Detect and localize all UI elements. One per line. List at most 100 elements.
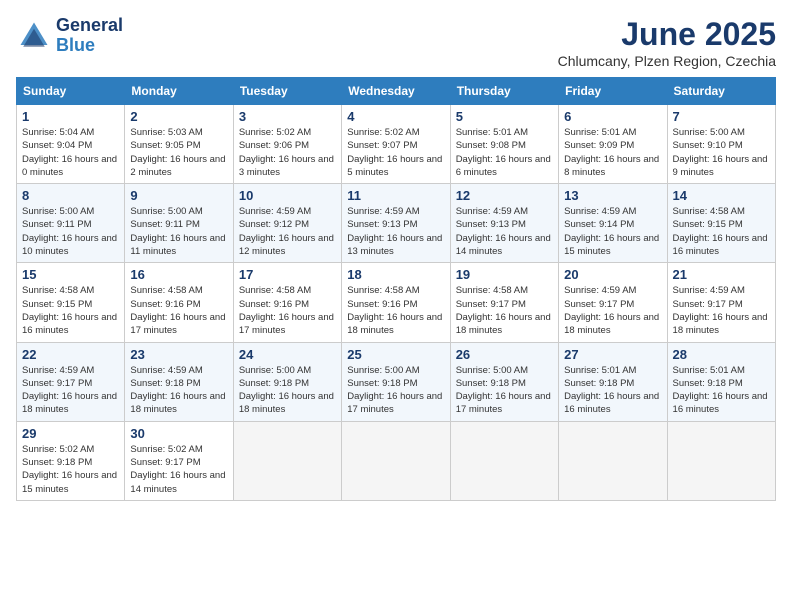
empty-cell	[233, 421, 341, 500]
week-row-3: 15 Sunrise: 4:58 AMSunset: 9:15 PMDaylig…	[17, 263, 776, 342]
day-number: 26	[456, 347, 553, 362]
day-number: 20	[564, 267, 661, 282]
calendar: Sunday Monday Tuesday Wednesday Thursday…	[16, 77, 776, 501]
day-cell-20: 20 Sunrise: 4:59 AMSunset: 9:17 PMDaylig…	[559, 263, 667, 342]
day-info: Sunrise: 5:04 AMSunset: 9:04 PMDaylight:…	[22, 126, 119, 179]
col-tuesday: Tuesday	[233, 78, 341, 105]
day-info: Sunrise: 4:58 AMSunset: 9:16 PMDaylight:…	[130, 284, 227, 337]
day-number: 11	[347, 188, 444, 203]
day-number: 16	[130, 267, 227, 282]
empty-cell	[667, 421, 775, 500]
day-cell-29: 29 Sunrise: 5:02 AMSunset: 9:18 PMDaylig…	[17, 421, 125, 500]
week-row-5: 29 Sunrise: 5:02 AMSunset: 9:18 PMDaylig…	[17, 421, 776, 500]
day-info: Sunrise: 4:59 AMSunset: 9:18 PMDaylight:…	[130, 364, 227, 417]
day-info: Sunrise: 4:58 AMSunset: 9:17 PMDaylight:…	[456, 284, 553, 337]
col-saturday: Saturday	[667, 78, 775, 105]
day-number: 22	[22, 347, 119, 362]
logo: General Blue	[16, 16, 123, 56]
day-cell-7: 7 Sunrise: 5:00 AMSunset: 9:10 PMDayligh…	[667, 105, 775, 184]
day-cell-13: 13 Sunrise: 4:59 AMSunset: 9:14 PMDaylig…	[559, 184, 667, 263]
day-number: 7	[673, 109, 770, 124]
day-number: 21	[673, 267, 770, 282]
day-info: Sunrise: 5:01 AMSunset: 9:18 PMDaylight:…	[564, 364, 661, 417]
day-info: Sunrise: 4:59 AMSunset: 9:17 PMDaylight:…	[564, 284, 661, 337]
day-cell-14: 14 Sunrise: 4:58 AMSunset: 9:15 PMDaylig…	[667, 184, 775, 263]
day-info: Sunrise: 5:02 AMSunset: 9:07 PMDaylight:…	[347, 126, 444, 179]
day-cell-18: 18 Sunrise: 4:58 AMSunset: 9:16 PMDaylig…	[342, 263, 450, 342]
day-cell-24: 24 Sunrise: 5:00 AMSunset: 9:18 PMDaylig…	[233, 342, 341, 421]
day-number: 14	[673, 188, 770, 203]
day-cell-27: 27 Sunrise: 5:01 AMSunset: 9:18 PMDaylig…	[559, 342, 667, 421]
day-info: Sunrise: 4:58 AMSunset: 9:16 PMDaylight:…	[239, 284, 336, 337]
day-info: Sunrise: 5:03 AMSunset: 9:05 PMDaylight:…	[130, 126, 227, 179]
day-cell-23: 23 Sunrise: 4:59 AMSunset: 9:18 PMDaylig…	[125, 342, 233, 421]
day-info: Sunrise: 5:00 AMSunset: 9:18 PMDaylight:…	[347, 364, 444, 417]
day-info: Sunrise: 4:59 AMSunset: 9:13 PMDaylight:…	[456, 205, 553, 258]
day-number: 28	[673, 347, 770, 362]
day-number: 30	[130, 426, 227, 441]
day-cell-25: 25 Sunrise: 5:00 AMSunset: 9:18 PMDaylig…	[342, 342, 450, 421]
day-cell-2: 2 Sunrise: 5:03 AMSunset: 9:05 PMDayligh…	[125, 105, 233, 184]
day-info: Sunrise: 5:02 AMSunset: 9:17 PMDaylight:…	[130, 443, 227, 496]
day-cell-16: 16 Sunrise: 4:58 AMSunset: 9:16 PMDaylig…	[125, 263, 233, 342]
day-number: 15	[22, 267, 119, 282]
day-number: 25	[347, 347, 444, 362]
day-cell-17: 17 Sunrise: 4:58 AMSunset: 9:16 PMDaylig…	[233, 263, 341, 342]
day-info: Sunrise: 4:58 AMSunset: 9:15 PMDaylight:…	[22, 284, 119, 337]
day-number: 9	[130, 188, 227, 203]
day-info: Sunrise: 4:59 AMSunset: 9:14 PMDaylight:…	[564, 205, 661, 258]
col-wednesday: Wednesday	[342, 78, 450, 105]
day-number: 2	[130, 109, 227, 124]
logo-text: General Blue	[56, 16, 123, 56]
day-number: 13	[564, 188, 661, 203]
day-info: Sunrise: 5:02 AMSunset: 9:18 PMDaylight:…	[22, 443, 119, 496]
day-cell-28: 28 Sunrise: 5:01 AMSunset: 9:18 PMDaylig…	[667, 342, 775, 421]
col-sunday: Sunday	[17, 78, 125, 105]
day-cell-22: 22 Sunrise: 4:59 AMSunset: 9:17 PMDaylig…	[17, 342, 125, 421]
day-cell-21: 21 Sunrise: 4:59 AMSunset: 9:17 PMDaylig…	[667, 263, 775, 342]
page-header: General Blue June 2025 Chlumcany, Plzen …	[16, 16, 776, 69]
day-info: Sunrise: 5:00 AMSunset: 9:11 PMDaylight:…	[130, 205, 227, 258]
empty-cell	[559, 421, 667, 500]
day-number: 12	[456, 188, 553, 203]
col-thursday: Thursday	[450, 78, 558, 105]
week-row-1: 1 Sunrise: 5:04 AMSunset: 9:04 PMDayligh…	[17, 105, 776, 184]
day-cell-8: 8 Sunrise: 5:00 AMSunset: 9:11 PMDayligh…	[17, 184, 125, 263]
day-info: Sunrise: 4:58 AMSunset: 9:15 PMDaylight:…	[673, 205, 770, 258]
day-number: 24	[239, 347, 336, 362]
day-info: Sunrise: 5:01 AMSunset: 9:18 PMDaylight:…	[673, 364, 770, 417]
day-cell-3: 3 Sunrise: 5:02 AMSunset: 9:06 PMDayligh…	[233, 105, 341, 184]
day-number: 19	[456, 267, 553, 282]
empty-cell	[450, 421, 558, 500]
day-cell-19: 19 Sunrise: 4:58 AMSunset: 9:17 PMDaylig…	[450, 263, 558, 342]
day-cell-1: 1 Sunrise: 5:04 AMSunset: 9:04 PMDayligh…	[17, 105, 125, 184]
day-info: Sunrise: 4:59 AMSunset: 9:17 PMDaylight:…	[673, 284, 770, 337]
day-info: Sunrise: 5:01 AMSunset: 9:09 PMDaylight:…	[564, 126, 661, 179]
day-info: Sunrise: 5:00 AMSunset: 9:18 PMDaylight:…	[456, 364, 553, 417]
week-row-2: 8 Sunrise: 5:00 AMSunset: 9:11 PMDayligh…	[17, 184, 776, 263]
month-title: June 2025	[558, 16, 776, 53]
day-number: 6	[564, 109, 661, 124]
empty-cell	[342, 421, 450, 500]
calendar-header-row: Sunday Monday Tuesday Wednesday Thursday…	[17, 78, 776, 105]
col-monday: Monday	[125, 78, 233, 105]
day-number: 29	[22, 426, 119, 441]
day-info: Sunrise: 5:00 AMSunset: 9:10 PMDaylight:…	[673, 126, 770, 179]
day-cell-12: 12 Sunrise: 4:59 AMSunset: 9:13 PMDaylig…	[450, 184, 558, 263]
day-info: Sunrise: 5:00 AMSunset: 9:11 PMDaylight:…	[22, 205, 119, 258]
day-cell-26: 26 Sunrise: 5:00 AMSunset: 9:18 PMDaylig…	[450, 342, 558, 421]
day-info: Sunrise: 4:59 AMSunset: 9:17 PMDaylight:…	[22, 364, 119, 417]
day-info: Sunrise: 5:02 AMSunset: 9:06 PMDaylight:…	[239, 126, 336, 179]
day-number: 8	[22, 188, 119, 203]
day-number: 4	[347, 109, 444, 124]
day-info: Sunrise: 4:58 AMSunset: 9:16 PMDaylight:…	[347, 284, 444, 337]
day-cell-4: 4 Sunrise: 5:02 AMSunset: 9:07 PMDayligh…	[342, 105, 450, 184]
title-area: June 2025 Chlumcany, Plzen Region, Czech…	[558, 16, 776, 69]
day-number: 27	[564, 347, 661, 362]
day-cell-30: 30 Sunrise: 5:02 AMSunset: 9:17 PMDaylig…	[125, 421, 233, 500]
week-row-4: 22 Sunrise: 4:59 AMSunset: 9:17 PMDaylig…	[17, 342, 776, 421]
day-number: 17	[239, 267, 336, 282]
day-cell-6: 6 Sunrise: 5:01 AMSunset: 9:09 PMDayligh…	[559, 105, 667, 184]
col-friday: Friday	[559, 78, 667, 105]
day-info: Sunrise: 5:00 AMSunset: 9:18 PMDaylight:…	[239, 364, 336, 417]
